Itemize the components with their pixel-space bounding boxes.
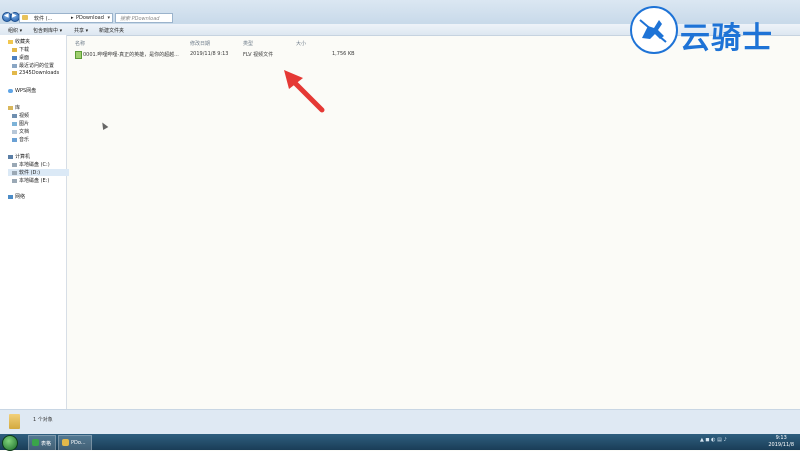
- clock-time: 9:13: [775, 435, 787, 441]
- mouse-cursor-icon: [99, 120, 109, 131]
- cloud-icon: [8, 88, 13, 93]
- nav-music[interactable]: 音乐: [12, 136, 29, 143]
- drive-icon: [12, 162, 17, 167]
- back-arrow-icon: ◀: [4, 12, 9, 19]
- file-type: FLV 视频文件: [243, 52, 274, 58]
- status-bar: 1 个对象: [0, 409, 800, 435]
- taskbar-item-excel[interactable]: 表格: [28, 435, 56, 451]
- video-icon: [12, 113, 17, 118]
- nav-2345downloads[interactable]: 2345Downloads: [12, 70, 59, 77]
- system-tray[interactable]: ▲ ◼ ◐ ▤ ♪: [700, 437, 727, 443]
- nav-computer[interactable]: 计算机: [8, 153, 30, 160]
- nav-drive-c[interactable]: 本地磁盘 (C:): [12, 161, 50, 168]
- folder-icon: [12, 71, 17, 75]
- include-in-library-button[interactable]: 包含到库中 ▾: [33, 27, 62, 34]
- column-header-date[interactable]: 修改日期: [190, 40, 210, 47]
- chevron-down-icon[interactable]: ▾: [107, 15, 110, 21]
- nav-wps-cloud[interactable]: WPS网盘: [8, 87, 36, 94]
- forward-arrow-icon: ▶: [12, 12, 17, 19]
- search-input[interactable]: 搜索 PDownload: [115, 13, 173, 23]
- arrow-shaft: [291, 79, 325, 113]
- nav-desktop[interactable]: 桌面: [12, 54, 29, 61]
- annotation-arrow: [284, 70, 325, 113]
- start-button[interactable]: [2, 435, 18, 451]
- column-header-size[interactable]: 大小: [296, 40, 306, 47]
- computer-icon: [8, 154, 13, 159]
- taskbar: 表格 PDo... ▲ ◼ ◐ ▤ ♪ 9:13 2019/11/8: [0, 434, 800, 451]
- drive-icon: [12, 178, 17, 183]
- folder-icon: [9, 414, 20, 429]
- file-row[interactable]: 0001.哔哩哔哩-真正的英雄，是你的超越... 2019/11/8 9:13 …: [74, 50, 364, 59]
- breadcrumb-separator: ▸: [71, 15, 74, 21]
- library-icon: [8, 105, 13, 110]
- share-button[interactable]: 共享 ▾: [74, 27, 88, 34]
- knight-horse-icon: [630, 6, 678, 54]
- nav-documents[interactable]: 文档: [12, 128, 29, 135]
- nav-recent-places[interactable]: 最近访问的位置: [12, 62, 54, 69]
- watermark-logo: 云骑士: [628, 2, 798, 58]
- star-icon: [8, 39, 13, 44]
- column-header-name[interactable]: 名称: [75, 40, 85, 47]
- picture-icon: [12, 121, 17, 126]
- folder-icon: [22, 15, 28, 20]
- file-size: 1,756 KB: [332, 51, 355, 57]
- nav-videos[interactable]: 视频: [12, 112, 29, 119]
- new-folder-button[interactable]: 新建文件夹: [99, 27, 124, 34]
- drive-icon: [12, 170, 17, 175]
- network-icon: [8, 194, 13, 199]
- clock[interactable]: 9:13 2019/11/8: [768, 435, 794, 449]
- download-folder-icon: [12, 47, 17, 52]
- folder-icon: [62, 439, 69, 446]
- breadcrumb-folder[interactable]: PDownload: [76, 15, 104, 21]
- breadcrumb-drive[interactable]: 软件 (...: [34, 15, 52, 22]
- column-header-type[interactable]: 类型: [243, 40, 253, 47]
- organize-button[interactable]: 组织 ▾: [8, 27, 22, 34]
- nav-libraries[interactable]: 库: [8, 104, 20, 111]
- recent-places-icon: [12, 63, 17, 68]
- nav-drive-e[interactable]: 本地磁盘 (E:): [12, 177, 49, 184]
- clock-date: 2019/11/8: [768, 442, 794, 448]
- tray-icons[interactable]: ▲ ◼ ◐ ▤ ♪: [700, 437, 727, 443]
- item-count: 1 个对象: [33, 417, 53, 423]
- desktop-icon: [12, 55, 17, 60]
- watermark-text: 云骑士: [680, 21, 773, 56]
- navigation-buttons: ◀ ▶: [2, 12, 20, 22]
- spreadsheet-icon: [32, 439, 39, 446]
- nav-drive-d[interactable]: 软件 (D:): [8, 169, 69, 176]
- music-icon: [12, 137, 17, 142]
- document-icon: [12, 129, 17, 134]
- nav-pictures[interactable]: 图片: [12, 120, 29, 127]
- address-bar[interactable]: 软件 (... ▸ PDownload ▾: [19, 13, 113, 23]
- nav-favorites[interactable]: 收藏夹: [8, 38, 30, 45]
- search-placeholder: 搜索 PDownload: [120, 16, 160, 22]
- file-date: 2019/11/8 9:13: [190, 51, 229, 57]
- arrow-head-icon: [284, 70, 303, 89]
- nav-network[interactable]: 网络: [8, 193, 25, 200]
- video-file-icon: [75, 51, 82, 59]
- file-name: 0001.哔哩哔哩-真正的英雄，是你的超越...: [83, 52, 179, 58]
- nav-downloads[interactable]: 下载: [12, 46, 29, 53]
- taskbar-item-explorer[interactable]: PDo...: [58, 435, 92, 451]
